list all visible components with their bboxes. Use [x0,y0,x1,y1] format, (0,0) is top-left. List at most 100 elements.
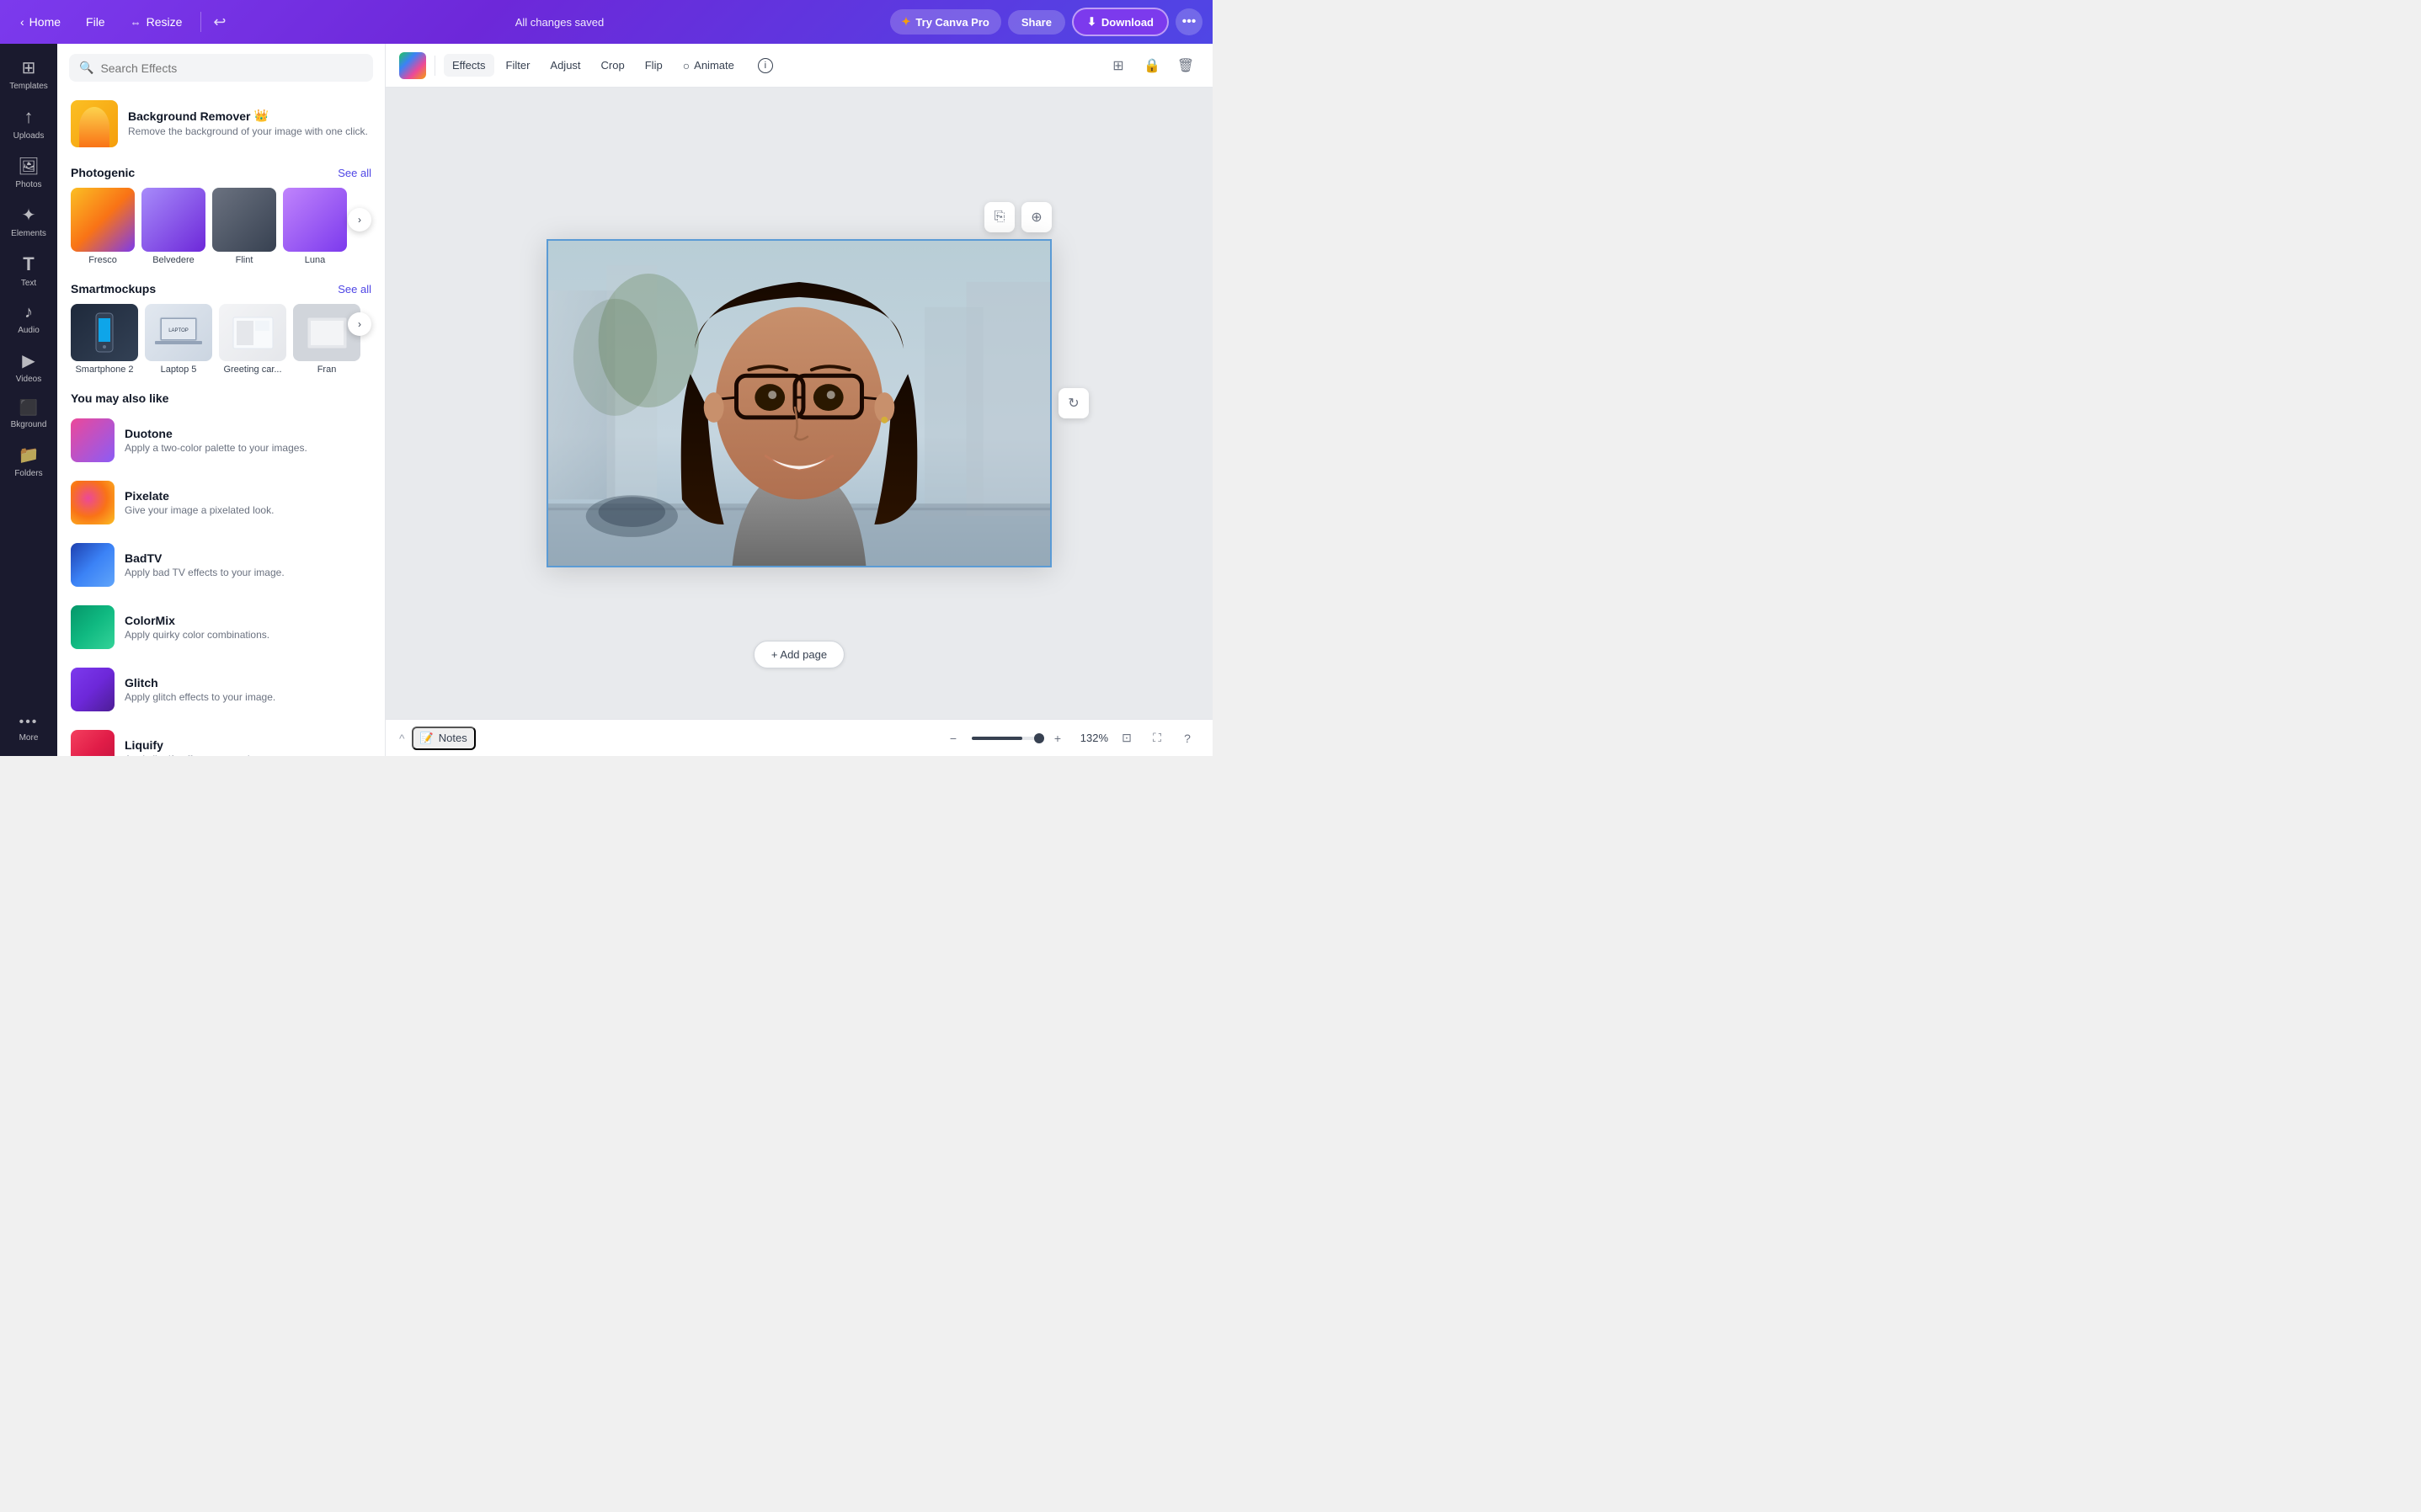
smartphone-thumbnail [71,304,138,361]
photos-icon: 🖼 [18,156,39,177]
add-frame-icon: ⊕ [1031,209,1042,226]
mockup-item-fran[interactable]: Fran [293,304,360,375]
pixelate-name: Pixelate [125,489,371,503]
sidebar-item-audio[interactable]: ♪ Audio [3,296,54,342]
canvas-wrapper: ⎘ ⊕ [547,239,1052,567]
add-frame-button[interactable]: ⊕ [1021,202,1052,232]
more-icon: ••• [19,715,39,730]
smartmockups-scroll-right[interactable]: › [348,312,371,336]
effect-item-duotone[interactable]: Duotone Apply a two-color palette to you… [64,410,378,471]
search-effects-input[interactable] [100,61,363,75]
sidebar-item-text[interactable]: T Text [3,247,54,295]
mockup-item-laptop[interactable]: LAPTOP Laptop 5 [145,304,212,375]
sidebar-item-label: Folders [14,469,42,478]
sidebar-item-label: Text [21,279,36,288]
tab-animate[interactable]: ○ Animate [675,54,743,77]
file-label: File [86,15,105,29]
resize-button[interactable]: ⇔ Resize [120,10,193,34]
sidebar-item-folders[interactable]: 📁 Folders [3,438,54,485]
luna-thumbnail [283,188,347,252]
canvas-frame [547,239,1052,567]
sidebar-item-videos[interactable]: ▶ Videos [3,343,54,391]
refresh-button[interactable]: ↻ [1059,388,1089,418]
effect-item-glitch[interactable]: Glitch Apply glitch effects to your imag… [64,659,378,720]
topbar-divider [200,12,201,32]
fresco-label: Fresco [88,255,117,265]
info-button[interactable]: i [749,53,781,78]
background-remover-title: Background Remover 👑 [128,109,371,123]
copy-button[interactable]: ⎘ [984,202,1015,232]
duotone-name: Duotone [125,427,371,440]
sidebar-item-uploads[interactable]: ↑ Uploads [3,99,54,147]
effect-item-colormix[interactable]: ColorMix Apply quirky color combinations… [64,597,378,658]
sidebar-item-label: Uploads [13,131,45,141]
zoom-slider[interactable] [972,737,1039,740]
background-remover-item[interactable]: Background Remover 👑 Remove the backgrou… [57,92,385,156]
download-button[interactable]: ⬇ Download [1072,8,1169,36]
sidebar-item-background[interactable]: ⬛ Bkground [3,392,54,436]
fran-label: Fran [317,365,337,375]
sidebar-item-photos[interactable]: 🖼 Photos [3,149,54,196]
zoom-in-button[interactable]: + [1046,727,1069,750]
effect-item-badtv[interactable]: BadTV Apply bad TV effects to your image… [64,535,378,595]
zoom-out-button[interactable]: − [941,727,965,750]
photogenic-see-all[interactable]: See all [338,167,371,179]
download-label: Download [1101,16,1154,29]
effect-item-liquify[interactable]: Liquify Apply liquify effects to your im… [64,721,378,756]
photogenic-scroll-right[interactable]: › [348,208,371,232]
belvedere-label: Belvedere [152,255,195,265]
bottom-bar: ^ 📝 Notes − + 132% [386,719,1213,756]
lock-icon: 🔒 [1144,57,1160,74]
tab-flip[interactable]: Flip [637,54,671,77]
grid-view-button[interactable]: ⊞ [1105,52,1132,79]
tab-adjust[interactable]: Adjust [541,54,589,77]
tab-effects[interactable]: Effects [444,54,494,77]
download-icon: ⬇ [1087,15,1096,29]
undo-icon[interactable]: ↩ [210,10,229,35]
file-button[interactable]: File [76,10,115,34]
background-remover-thumbnail [71,100,118,147]
uploads-icon: ↑ [24,106,34,128]
tab-filter[interactable]: Filter [498,54,539,77]
home-button[interactable]: ‹ Home [10,10,71,34]
canvas-controls-top: ⎘ ⊕ [984,202,1052,232]
share-label: Share [1021,16,1052,29]
smartmockups-title: Smartmockups [71,282,156,295]
effect-item-pixelate[interactable]: Pixelate Give your image a pixelated loo… [64,472,378,533]
photo-item-belvedere[interactable]: Belvedere [141,188,205,265]
topbar: ‹ Home File ⇔ Resize ↩ All changes saved… [0,0,1213,44]
effect-list: Duotone Apply a two-color palette to you… [57,410,385,756]
more-options-button[interactable]: ••• [1176,8,1203,35]
smartmockups-see-all[interactable]: See all [338,283,371,295]
sidebar-item-templates[interactable]: ⊞ Templates [3,51,54,98]
sidebar-item-elements[interactable]: ✦ Elements [3,198,54,245]
try-canva-pro-button[interactable]: ✦ Try Canva Pro [890,9,1001,35]
fit-page-button[interactable]: ⊡ [1115,727,1139,750]
background-icon: ⬛ [19,399,38,417]
lock-button[interactable]: 🔒 [1139,52,1165,79]
photo-item-flint[interactable]: Flint [212,188,276,265]
effects-scroll: Background Remover 👑 Remove the backgrou… [57,88,385,756]
help-button[interactable]: ? [1176,727,1199,750]
notes-button[interactable]: 📝 Notes [412,727,476,750]
photo-item-fresco[interactable]: Fresco [71,188,135,265]
sidebar-item-more[interactable]: ••• More [3,708,54,749]
sidebar-item-label: Templates [9,82,48,91]
colormix-name: ColorMix [125,614,371,627]
mockup-item-greeting-card[interactable]: Greeting car... [219,304,286,375]
search-box: 🔍 [57,44,385,88]
canvas-viewport[interactable]: ⎘ ⊕ [386,88,1213,719]
try-pro-label: Try Canva Pro [915,16,989,29]
share-button[interactable]: Share [1008,10,1065,35]
info-icon: i [758,58,773,73]
color-swatch[interactable] [399,52,426,79]
mockup-item-smartphone[interactable]: Smartphone 2 [71,304,138,375]
fullscreen-button[interactable]: ⛶ [1145,727,1169,750]
photo-item-luna[interactable]: Luna [283,188,347,265]
zoom-control: − + 132% [941,727,1108,750]
add-page-button[interactable]: + Add page [754,641,845,668]
liquify-description: Apply liquify effects to your image. [125,753,371,756]
delete-button[interactable]: 🗑 [1172,52,1199,79]
tab-crop[interactable]: Crop [593,54,633,77]
collapse-icon[interactable]: ^ [399,732,405,745]
